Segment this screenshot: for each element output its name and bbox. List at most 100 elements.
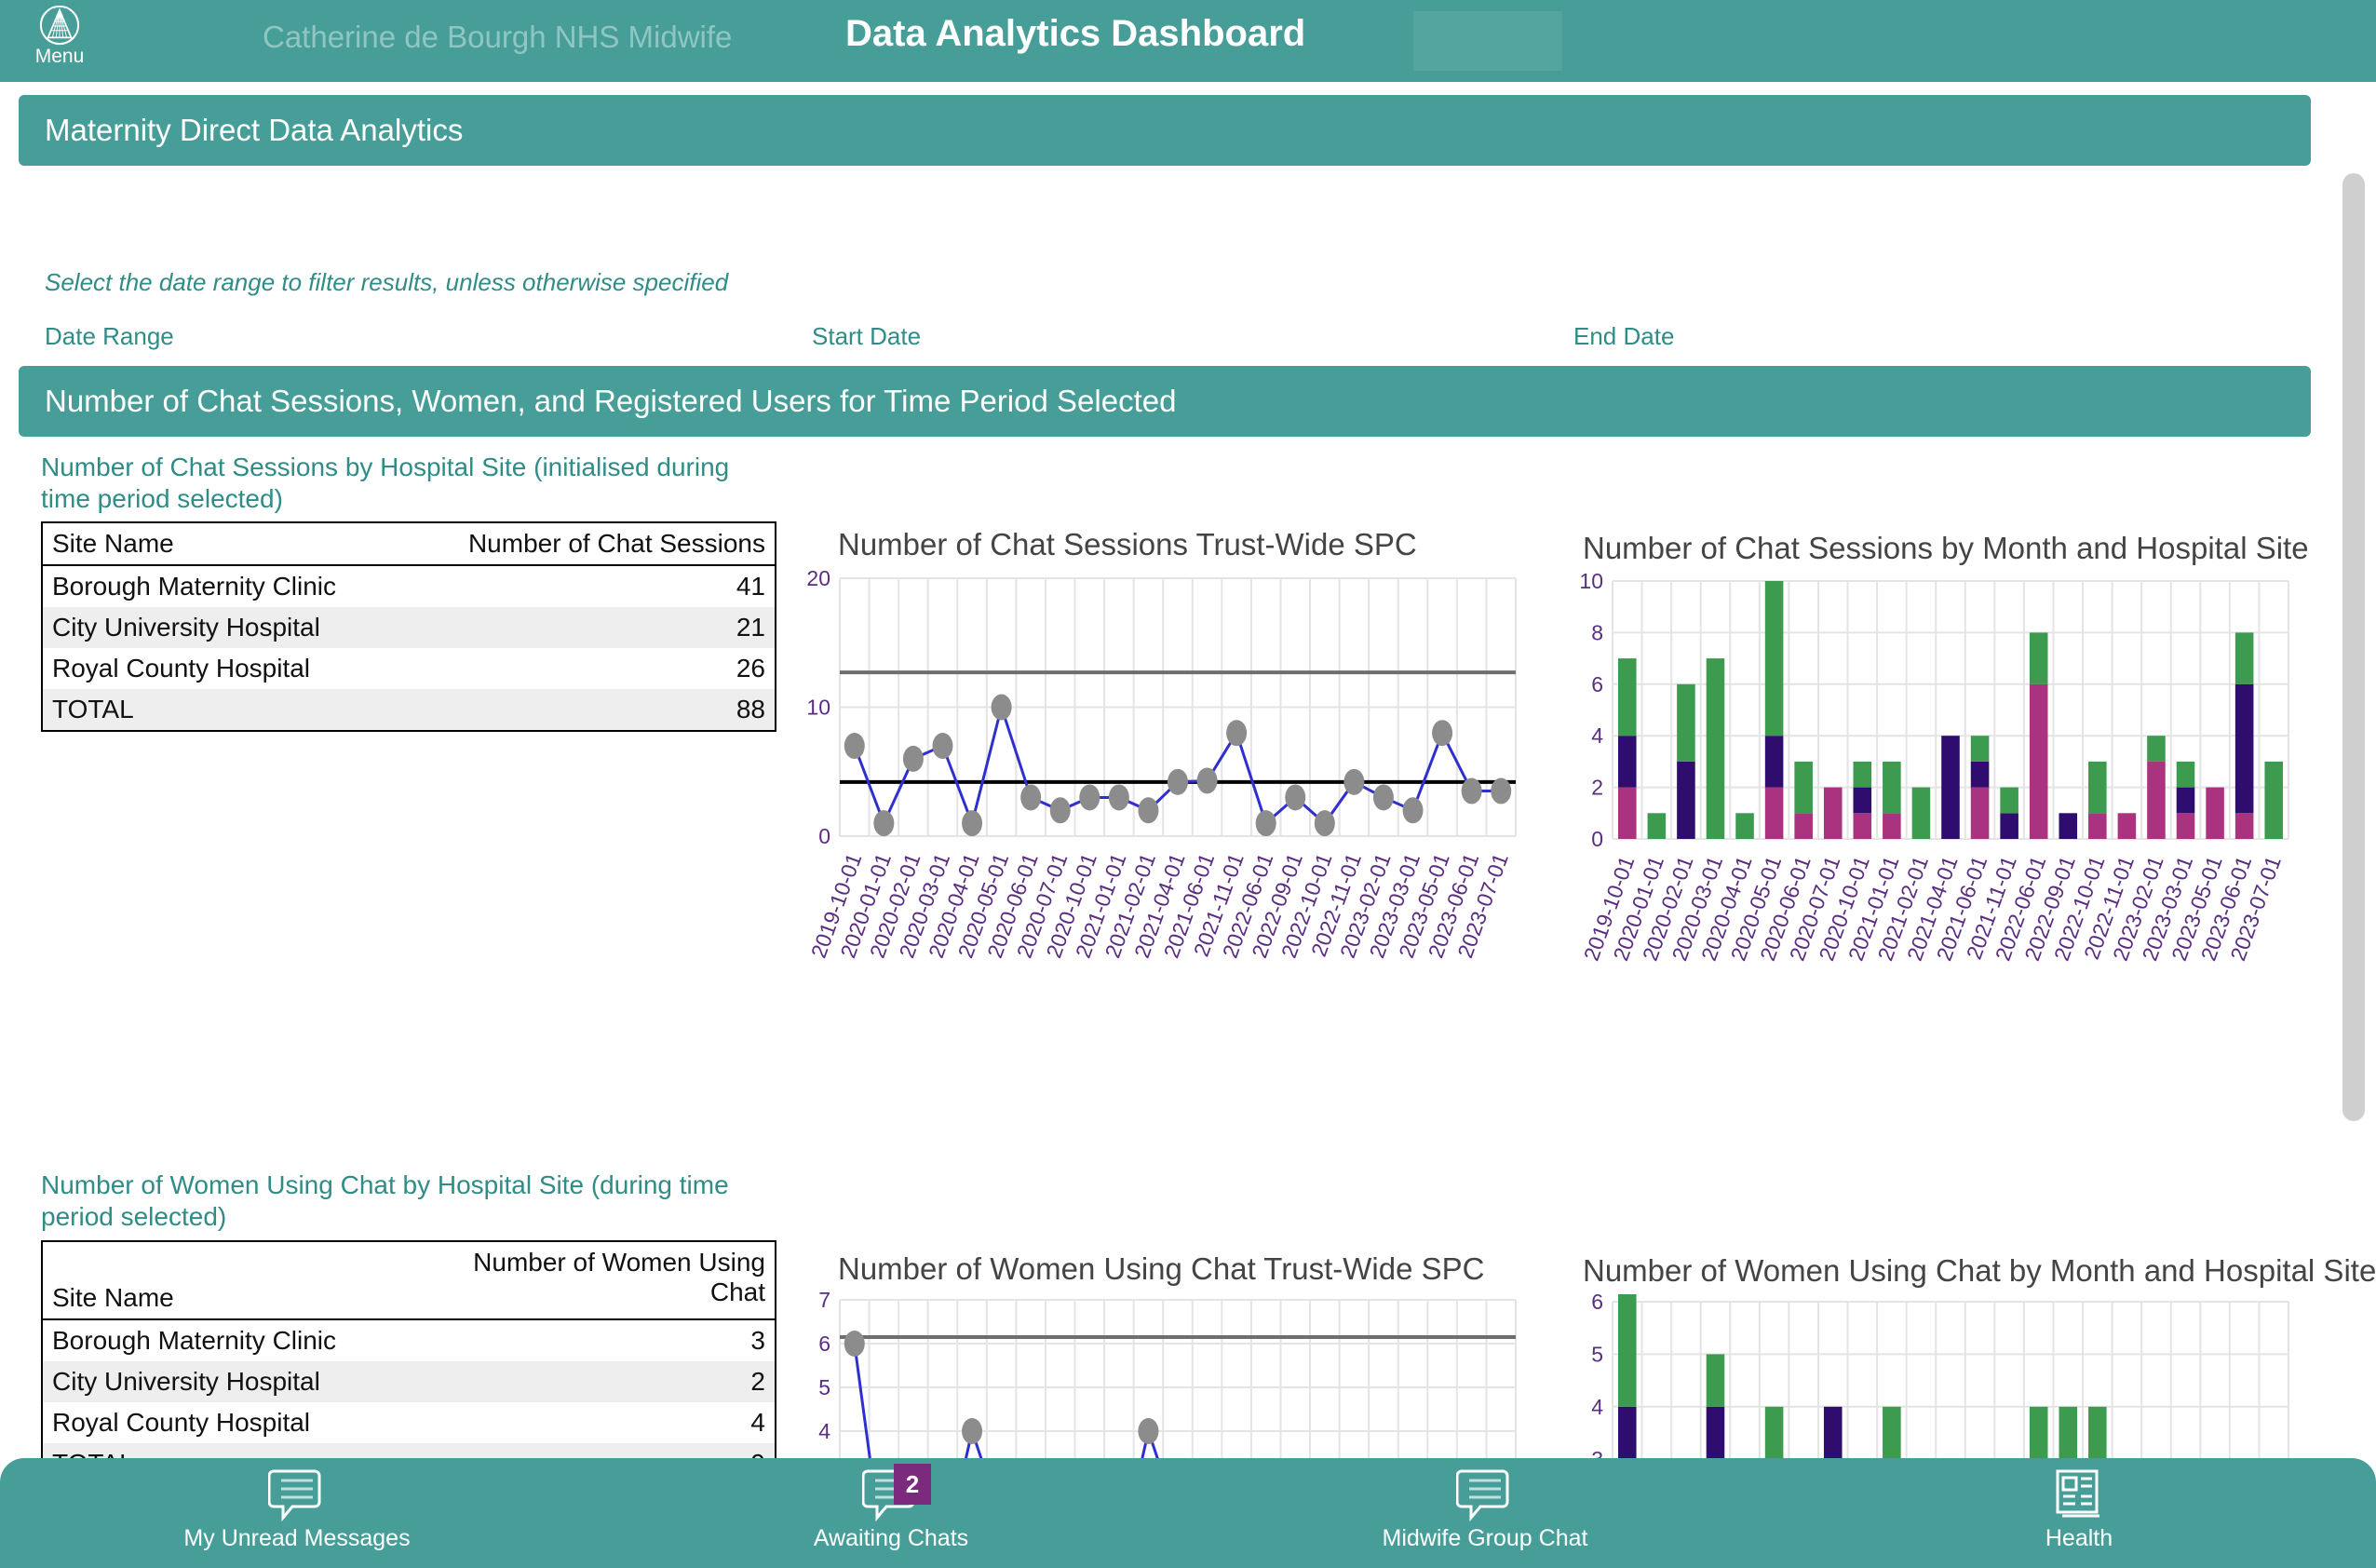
data-point — [1314, 810, 1335, 837]
bar-segment — [2147, 736, 2166, 762]
cell-value: 21 — [736, 613, 765, 642]
svg-text:6: 6 — [818, 1331, 830, 1356]
bar-segment — [1764, 787, 1784, 839]
nav-item-health[interactable]: Health — [1782, 1458, 2376, 1568]
bar-segment — [1853, 787, 1872, 814]
bar-segment — [1617, 787, 1637, 839]
bar-segment — [1883, 1406, 1901, 1460]
cell-value: 2 — [750, 1367, 765, 1396]
table-row: Royal County Hospital 26 — [42, 648, 776, 689]
data-point — [1226, 720, 1248, 747]
table-row: City University Hospital 21 — [42, 607, 776, 648]
bar-segment — [2234, 683, 2254, 814]
bar-segment — [1911, 787, 1931, 839]
bar-segment — [1677, 761, 1695, 839]
menu-button[interactable]: Menu — [20, 4, 99, 67]
chat-bubble-icon — [267, 1467, 326, 1522]
bar-segment — [1883, 813, 1901, 839]
article-page-icon — [2050, 1467, 2108, 1521]
end-date-label: End Date — [1573, 322, 1675, 350]
sessions-by-month-chart: 0 2 4 6 8 10 2019-10-01 2020-01-01 2020-02-01 202… — [1555, 569, 2300, 1002]
cell-site: Royal County Hospital — [52, 1408, 311, 1437]
bar-segment — [2264, 761, 2284, 839]
chat-bubble-icon — [1455, 1467, 1514, 1522]
bar-segment — [2234, 813, 2254, 839]
women-table-caption: Number of Women Using Chat by Hospital S… — [41, 1170, 729, 1231]
svg-text:0: 0 — [818, 824, 830, 848]
cell-value: 88 — [736, 695, 765, 723]
start-date-label: Start Date — [812, 322, 922, 350]
svg-text:10: 10 — [806, 696, 830, 720]
table-header-row: Site Name Number of Chat Sessions — [42, 522, 776, 566]
user-name: Catherine de Bourgh NHS Midwife — [263, 20, 733, 54]
filters-helper-text: Select the date range to filter results,… — [45, 268, 729, 296]
data-point — [1168, 768, 1188, 795]
cell-site: Royal County Hospital — [52, 654, 311, 683]
svg-text:4: 4 — [818, 1419, 830, 1443]
page-content: Maternity Direct Data Analytics Select t… — [0, 82, 2376, 1568]
bar-segment — [2059, 1406, 2078, 1460]
nav-item-awaiting-chats[interactable]: 2 Awaiting Chats — [594, 1458, 1188, 1568]
date-range-label: Date Range — [45, 322, 174, 350]
table-row: Borough Maternity Clinic 41 — [42, 565, 776, 607]
bar-segment — [1617, 736, 1637, 788]
svg-text:6: 6 — [1591, 1294, 1603, 1314]
filters-section-title: Maternity Direct Data Analytics — [45, 113, 464, 147]
vertical-scrollbar[interactable] — [2342, 89, 2370, 1568]
page-title: Data Analytics Dashboard — [845, 13, 1306, 54]
bar-segment — [2234, 632, 2254, 684]
bar-segment — [1970, 761, 1990, 788]
bar-segment — [1706, 658, 1725, 839]
data-point — [1049, 797, 1071, 824]
svg-text:20: 20 — [806, 571, 830, 590]
results-section-header: Number of Chat Sessions, Women, and Regi… — [19, 366, 2311, 437]
bar-segment — [1970, 787, 1990, 839]
bar-segment — [1764, 1406, 1784, 1460]
svg-text:5: 5 — [1591, 1342, 1603, 1366]
data-point — [1285, 784, 1306, 811]
bar-segment — [2206, 787, 2224, 839]
menu-label: Menu — [34, 46, 85, 67]
data-point — [1491, 777, 1512, 804]
nav-item-my-unread-messages[interactable]: My Unread Messages — [0, 1458, 594, 1568]
bar-segment — [1823, 1406, 1843, 1460]
bar-segment — [1823, 787, 1843, 839]
sessions-spc-title: Number of Chat Sessions Trust-Wide SPC — [838, 527, 1417, 561]
chart-sessions-spc-svg: 010202019-10-012020-01-012020-02-012020-… — [806, 566, 1517, 961]
top-app-bar: Menu Catherine de Bourgh NHS Midwife Dat… — [0, 0, 2376, 82]
bar-segment — [1617, 658, 1637, 737]
data-point — [1343, 768, 1365, 795]
nav-label: Health — [2045, 1525, 2113, 1551]
nav-label: Midwife Group Chat — [1382, 1525, 1588, 1551]
chart-sessions-bars-svg: 02468102019-10-012020-01-012020-02-01202… — [1579, 569, 2289, 964]
cell-value: 26 — [736, 654, 765, 683]
bar-segment — [2088, 1406, 2107, 1460]
bar-segment — [1735, 813, 1754, 839]
bar-segment — [2029, 683, 2048, 839]
bar-segment — [1617, 1406, 1637, 1460]
col-site-name: Site Name — [42, 1241, 439, 1320]
svg-text:8: 8 — [1591, 620, 1603, 644]
chat-bubble-icon: 2 — [861, 1464, 931, 1522]
svg-text:6: 6 — [1591, 672, 1603, 696]
svg-text:4: 4 — [1591, 1395, 1603, 1419]
sessions-table-caption: Number of Chat Sessions by Hospital Site… — [41, 453, 730, 513]
data-point — [873, 810, 895, 837]
svg-text:0: 0 — [1591, 827, 1603, 851]
bar-segment — [1764, 736, 1784, 788]
data-point — [962, 810, 983, 837]
results-section-title: Number of Chat Sessions, Women, and Regi… — [45, 384, 1177, 418]
bar-segment — [2117, 813, 2137, 839]
bar-segment — [1764, 581, 1784, 737]
women-spc-title: Number of Women Using Chat Trust-Wide SP… — [838, 1251, 1485, 1286]
bar-segment — [1883, 761, 1901, 814]
bar-segment — [2000, 787, 2018, 814]
sessions-by-site-table: Site Name Number of Chat Sessions Boroug… — [41, 521, 776, 732]
bottom-navigation-bar: My Unread Messages 2 Awaiting Chats Midw… — [0, 1458, 2376, 1568]
nav-item-midwife-group-chat[interactable]: Midwife Group Chat — [1188, 1458, 1782, 1568]
scrollbar-thumb[interactable] — [2342, 173, 2365, 1121]
data-point — [1196, 767, 1218, 794]
women-by-site-table: Site Name Number of Women Using Chat Bor… — [41, 1240, 776, 1486]
table-row: Royal County Hospital 4 — [42, 1402, 776, 1443]
svg-text:5: 5 — [818, 1375, 830, 1399]
